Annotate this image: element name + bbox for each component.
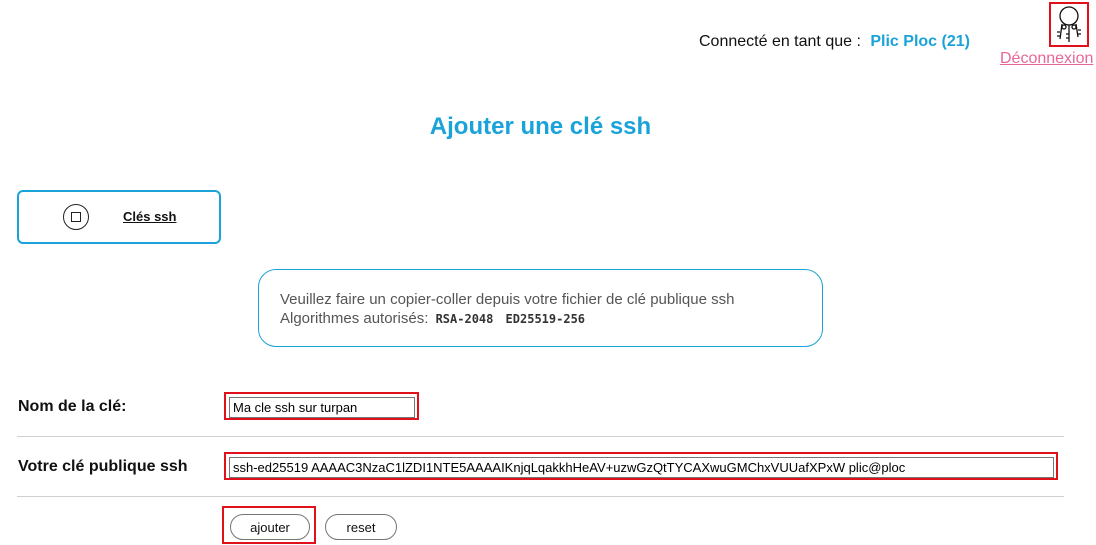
info-algorithms: Algorithmes autorisés: RSA-2048 ED25519-… (280, 310, 585, 327)
user-info: Connecté en tant que : Plic Ploc (21) (699, 33, 970, 51)
info-box: Veuillez faire un copier-coller depuis v… (258, 269, 823, 347)
public-key-highlight (224, 452, 1058, 480)
connected-label: Connecté en tant que : (699, 33, 861, 50)
key-name-input[interactable] (229, 397, 415, 418)
algorithms-label: Algorithmes autorisés: (280, 310, 429, 327)
key-name-label: Nom de la clé: (18, 398, 127, 415)
page-title: Ajouter une clé ssh (429, 113, 652, 140)
reset-button[interactable]: reset (325, 514, 397, 540)
ssh-keys-link[interactable]: Clés ssh (123, 209, 176, 224)
algorithm-rsa: RSA-2048 (435, 312, 494, 326)
logout-link[interactable]: Déconnexion (1000, 50, 1093, 68)
public-key-label: Votre clé publique ssh (18, 458, 188, 475)
public-key-input[interactable] (229, 457, 1054, 478)
keys-button[interactable] (1049, 2, 1089, 47)
nav-panel: Clés ssh (17, 190, 221, 244)
submit-highlight: ajouter (222, 506, 316, 544)
keys-icon (1057, 6, 1081, 42)
algorithm-ed25519: ED25519-256 (505, 312, 586, 326)
separator (17, 436, 1064, 437)
info-instruction: Veuillez faire un copier-coller depuis v… (280, 291, 735, 308)
key-name-highlight (224, 392, 419, 420)
user-name: Plic Ploc (21) (870, 33, 970, 50)
separator (17, 496, 1064, 497)
square-circle-icon (63, 204, 89, 230)
add-button[interactable]: ajouter (230, 514, 310, 540)
